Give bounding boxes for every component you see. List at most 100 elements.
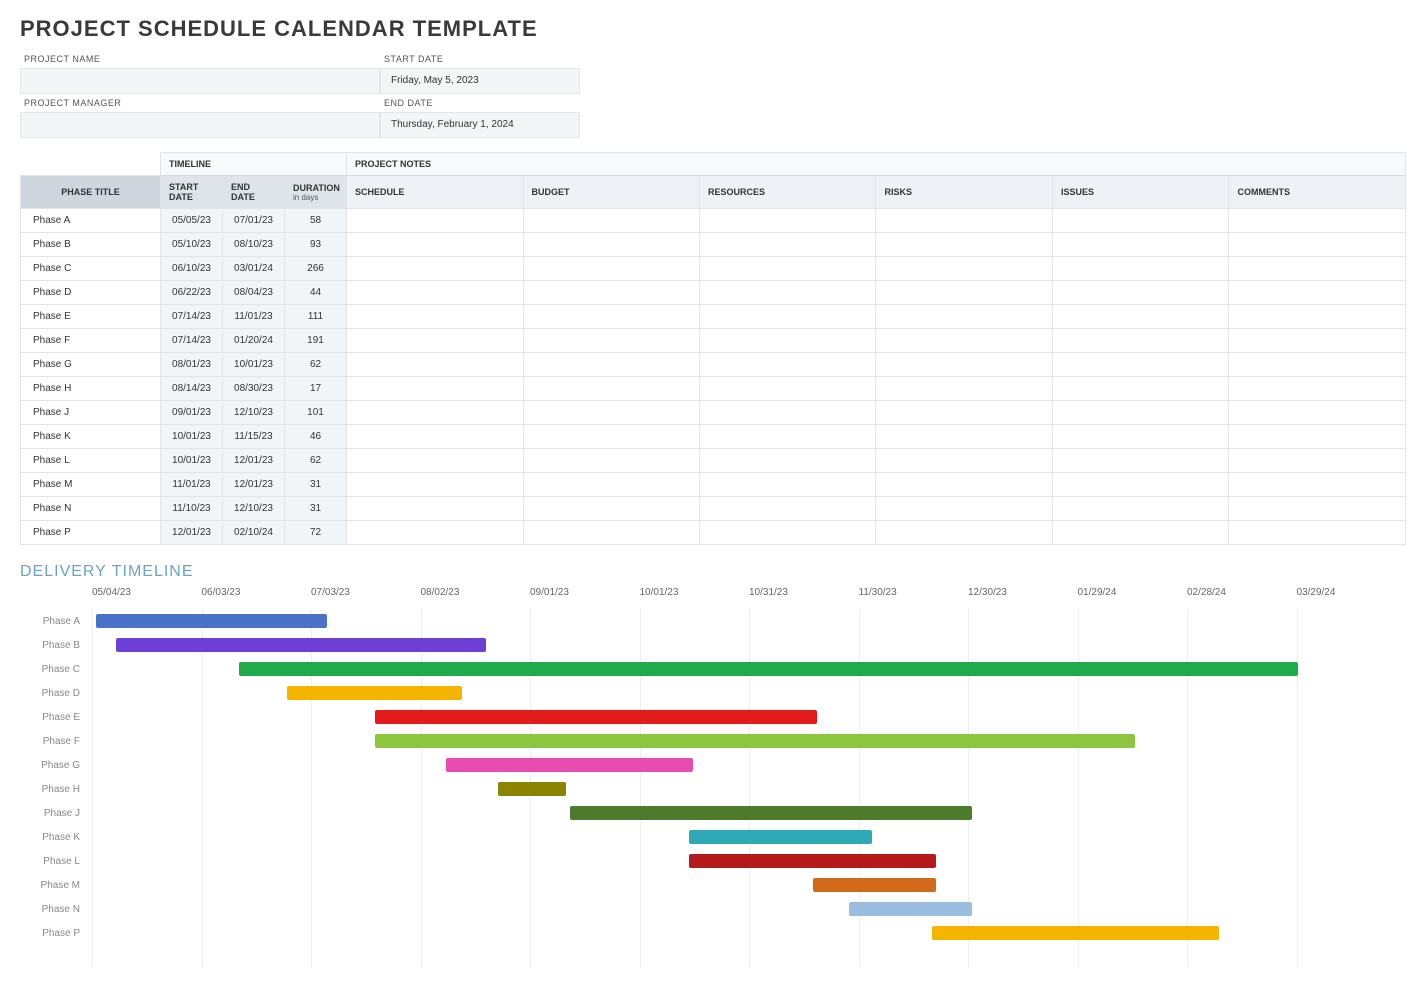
cell-comments[interactable] (1229, 257, 1406, 281)
cell-duration[interactable]: 62 (285, 449, 347, 473)
table-row[interactable]: Phase D06/22/2308/04/2344 (21, 281, 1406, 305)
cell-duration[interactable]: 72 (285, 521, 347, 545)
cell-budget[interactable] (523, 425, 699, 449)
end-date-field[interactable]: Thursday, February 1, 2024 (380, 112, 580, 138)
cell-risks[interactable] (876, 497, 1052, 521)
cell-issues[interactable] (1052, 521, 1228, 545)
cell-comments[interactable] (1229, 377, 1406, 401)
cell-schedule[interactable] (347, 521, 523, 545)
cell-duration[interactable]: 93 (285, 233, 347, 257)
table-row[interactable]: Phase N11/10/2312/10/2331 (21, 497, 1406, 521)
cell-schedule[interactable] (347, 305, 523, 329)
cell-budget[interactable] (523, 305, 699, 329)
cell-phase[interactable]: Phase P (21, 521, 161, 545)
cell-budget[interactable] (523, 521, 699, 545)
cell-risks[interactable] (876, 281, 1052, 305)
cell-duration[interactable]: 111 (285, 305, 347, 329)
table-row[interactable]: Phase L10/01/2312/01/2362 (21, 449, 1406, 473)
cell-phase[interactable]: Phase F (21, 329, 161, 353)
cell-start[interactable]: 12/01/23 (161, 521, 223, 545)
start-date-field[interactable]: Friday, May 5, 2023 (380, 68, 580, 94)
table-row[interactable]: Phase F07/14/2301/20/24191 (21, 329, 1406, 353)
cell-duration[interactable]: 44 (285, 281, 347, 305)
cell-duration[interactable]: 266 (285, 257, 347, 281)
cell-schedule[interactable] (347, 209, 523, 233)
cell-start[interactable]: 07/14/23 (161, 329, 223, 353)
cell-phase[interactable]: Phase E (21, 305, 161, 329)
cell-start[interactable]: 06/22/23 (161, 281, 223, 305)
cell-schedule[interactable] (347, 449, 523, 473)
cell-start[interactable]: 07/14/23 (161, 305, 223, 329)
cell-risks[interactable] (876, 305, 1052, 329)
cell-duration[interactable]: 46 (285, 425, 347, 449)
cell-budget[interactable] (523, 257, 699, 281)
table-row[interactable]: Phase M11/01/2312/01/2331 (21, 473, 1406, 497)
cell-end[interactable]: 03/01/24 (223, 257, 285, 281)
cell-phase[interactable]: Phase J (21, 401, 161, 425)
cell-end[interactable]: 08/04/23 (223, 281, 285, 305)
cell-end[interactable]: 12/01/23 (223, 473, 285, 497)
cell-issues[interactable] (1052, 281, 1228, 305)
cell-duration[interactable]: 62 (285, 353, 347, 377)
cell-comments[interactable] (1229, 305, 1406, 329)
cell-resources[interactable] (700, 257, 876, 281)
cell-resources[interactable] (700, 233, 876, 257)
cell-resources[interactable] (700, 425, 876, 449)
cell-end[interactable]: 11/01/23 (223, 305, 285, 329)
cell-issues[interactable] (1052, 305, 1228, 329)
cell-duration[interactable]: 31 (285, 473, 347, 497)
cell-end[interactable]: 08/30/23 (223, 377, 285, 401)
cell-budget[interactable] (523, 401, 699, 425)
cell-risks[interactable] (876, 353, 1052, 377)
cell-start[interactable]: 11/10/23 (161, 497, 223, 521)
cell-end[interactable]: 10/01/23 (223, 353, 285, 377)
cell-resources[interactable] (700, 521, 876, 545)
table-row[interactable]: Phase A05/05/2307/01/2358 (21, 209, 1406, 233)
cell-budget[interactable] (523, 281, 699, 305)
cell-phase[interactable]: Phase M (21, 473, 161, 497)
cell-schedule[interactable] (347, 425, 523, 449)
cell-start[interactable]: 09/01/23 (161, 401, 223, 425)
cell-start[interactable]: 10/01/23 (161, 425, 223, 449)
cell-budget[interactable] (523, 449, 699, 473)
cell-end[interactable]: 02/10/24 (223, 521, 285, 545)
cell-issues[interactable] (1052, 233, 1228, 257)
cell-end[interactable]: 01/20/24 (223, 329, 285, 353)
table-row[interactable]: Phase J09/01/2312/10/23101 (21, 401, 1406, 425)
cell-phase[interactable]: Phase N (21, 497, 161, 521)
cell-start[interactable]: 05/05/23 (161, 209, 223, 233)
cell-duration[interactable]: 101 (285, 401, 347, 425)
cell-budget[interactable] (523, 329, 699, 353)
table-row[interactable]: Phase E07/14/2311/01/23111 (21, 305, 1406, 329)
cell-risks[interactable] (876, 257, 1052, 281)
cell-budget[interactable] (523, 497, 699, 521)
cell-budget[interactable] (523, 233, 699, 257)
cell-risks[interactable] (876, 521, 1052, 545)
cell-comments[interactable] (1229, 401, 1406, 425)
cell-start[interactable]: 05/10/23 (161, 233, 223, 257)
cell-phase[interactable]: Phase L (21, 449, 161, 473)
cell-risks[interactable] (876, 473, 1052, 497)
cell-resources[interactable] (700, 209, 876, 233)
cell-risks[interactable] (876, 425, 1052, 449)
cell-comments[interactable] (1229, 521, 1406, 545)
cell-phase[interactable]: Phase B (21, 233, 161, 257)
cell-risks[interactable] (876, 377, 1052, 401)
cell-risks[interactable] (876, 329, 1052, 353)
cell-phase[interactable]: Phase K (21, 425, 161, 449)
cell-resources[interactable] (700, 353, 876, 377)
cell-issues[interactable] (1052, 257, 1228, 281)
cell-comments[interactable] (1229, 497, 1406, 521)
cell-phase[interactable]: Phase G (21, 353, 161, 377)
cell-comments[interactable] (1229, 353, 1406, 377)
cell-resources[interactable] (700, 449, 876, 473)
cell-duration[interactable]: 58 (285, 209, 347, 233)
cell-issues[interactable] (1052, 209, 1228, 233)
cell-schedule[interactable] (347, 233, 523, 257)
cell-resources[interactable] (700, 281, 876, 305)
cell-duration[interactable]: 31 (285, 497, 347, 521)
cell-end[interactable]: 12/10/23 (223, 401, 285, 425)
cell-start[interactable]: 06/10/23 (161, 257, 223, 281)
table-row[interactable]: Phase P12/01/2302/10/2472 (21, 521, 1406, 545)
cell-schedule[interactable] (347, 329, 523, 353)
